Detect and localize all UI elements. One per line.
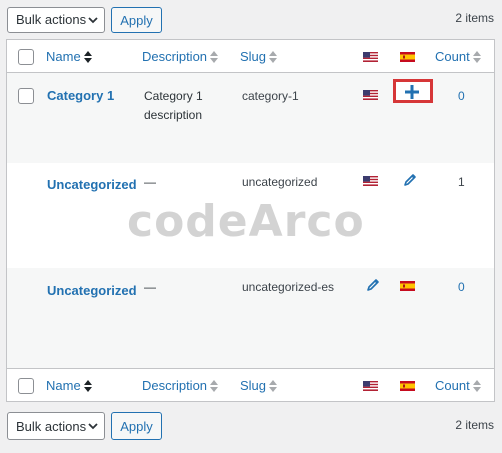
items-count: 2 items — [455, 418, 494, 432]
edit-pencil-icon[interactable] — [403, 173, 417, 187]
bulk-actions-select[interactable]: Bulk actions — [7, 412, 105, 440]
apply-button[interactable]: Apply — [111, 7, 162, 33]
apply-button[interactable]: Apply — [111, 412, 162, 440]
category-slug: category-1 — [242, 89, 299, 103]
column-count-sort[interactable]: Count — [435, 378, 481, 393]
bulk-actions-label: Bulk actions — [16, 419, 87, 434]
us-flag-icon[interactable] — [363, 52, 378, 62]
spain-flag-icon[interactable] — [400, 52, 415, 62]
category-name-link[interactable]: Uncategorized — [47, 282, 137, 300]
column-name-sort[interactable]: Name — [46, 378, 92, 393]
column-name-sort[interactable]: Name — [46, 49, 92, 64]
table-footer: Name Description Slug Count — [7, 368, 494, 401]
bulk-actions-label: Bulk actions — [16, 12, 87, 27]
us-flag-icon[interactable] — [363, 381, 378, 391]
category-description: Category 1 description — [144, 89, 203, 122]
sort-arrows-icon — [83, 51, 92, 63]
column-slug-sort[interactable]: Slug — [240, 49, 278, 64]
category-name-link[interactable]: Uncategorized — [47, 176, 137, 194]
chevron-down-icon — [88, 17, 98, 23]
spain-flag-icon[interactable] — [400, 381, 415, 391]
spain-flag-icon[interactable] — [400, 281, 415, 291]
tablenav-bottom: Bulk actions Apply 2 items — [0, 408, 502, 448]
select-all-checkbox[interactable] — [18, 378, 34, 394]
category-description: — — [144, 175, 156, 189]
select-all-checkbox[interactable] — [18, 49, 34, 65]
category-slug: uncategorized-es — [242, 280, 335, 294]
us-flag-icon[interactable] — [363, 90, 378, 100]
category-name-link[interactable]: Category 1 — [47, 87, 135, 105]
row-checkbox[interactable] — [18, 88, 34, 104]
column-description-sort[interactable]: Description — [142, 378, 219, 393]
category-count: 1 — [458, 175, 465, 189]
column-count-sort[interactable]: Count — [435, 49, 481, 64]
category-count-link[interactable]: 0 — [458, 89, 465, 103]
table-row: Uncategorized — uncategorized-es 0 — [7, 268, 494, 368]
table-header: Name Description Slug Count — [7, 40, 494, 73]
edit-pencil-icon[interactable] — [366, 278, 380, 292]
sort-arrows-icon — [269, 51, 278, 63]
chevron-down-icon — [88, 423, 98, 429]
add-translation-icon[interactable] — [405, 85, 419, 99]
sort-arrows-icon — [210, 380, 219, 392]
category-slug: uncategorized — [242, 175, 318, 189]
bulk-actions-select[interactable]: Bulk actions — [7, 7, 105, 33]
sort-arrows-icon — [472, 51, 481, 63]
sort-arrows-icon — [472, 380, 481, 392]
tablenav-top: Bulk actions Apply 2 items — [0, 0, 502, 40]
table-row: Category 1 Category 1 description catego… — [7, 73, 494, 163]
sort-arrows-icon — [269, 380, 278, 392]
column-description-sort[interactable]: Description — [142, 49, 219, 64]
watermark: codeArco — [127, 196, 365, 247]
sort-arrows-icon — [83, 380, 92, 392]
category-count-link[interactable]: 0 — [458, 280, 465, 294]
column-slug-sort[interactable]: Slug — [240, 378, 278, 393]
category-description: — — [144, 280, 156, 294]
us-flag-icon[interactable] — [363, 176, 378, 186]
items-count: 2 items — [455, 11, 494, 25]
sort-arrows-icon — [210, 51, 219, 63]
